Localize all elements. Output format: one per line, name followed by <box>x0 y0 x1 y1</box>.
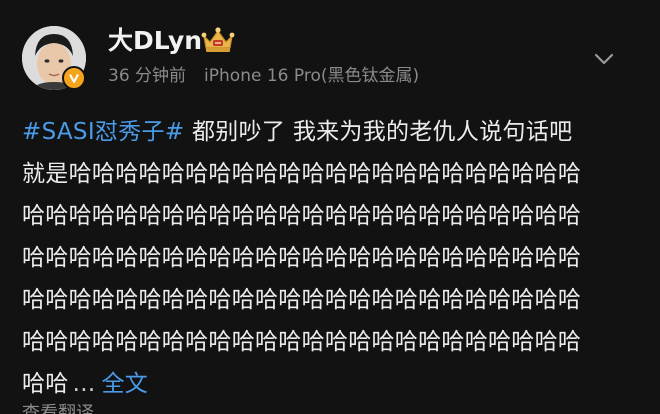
chevron-down-icon[interactable] <box>592 51 616 67</box>
content-line: #SASI怼秀子# 都别吵了 我来为我的老仇人说句话吧 <box>22 111 627 153</box>
post-device[interactable]: iPhone 16 Pro(黑色钛金属) <box>204 66 419 86</box>
content-text: 哈哈 <box>22 371 69 397</box>
post-meta: 36 分钟前 iPhone 16 Pro(黑色钛金属) <box>108 64 419 88</box>
ellipsis: ... <box>72 371 96 397</box>
weibo-post: 大DLyn 36 分钟前 iPhone 16 Pro(黑色钛金属) #SASI怼秀… <box>0 0 660 414</box>
content-text: 都别吵了 我来为我的老仇人说句话吧 <box>184 119 573 145</box>
expand-full-text-link[interactable]: 全文 <box>101 371 148 397</box>
content-line: 就是哈哈哈哈哈哈哈哈哈哈哈哈哈哈哈哈哈哈哈哈哈哈 <box>22 161 582 187</box>
content-line: 哈哈哈哈哈哈哈哈哈哈哈哈哈哈哈哈哈哈哈哈哈哈哈哈 <box>22 245 582 271</box>
golden-crown-icon[interactable] <box>200 26 236 54</box>
translate-link[interactable]: 查看翻译 <box>22 402 94 414</box>
hashtag-link[interactable]: #SASI怼秀子# <box>22 119 184 145</box>
content-line: 哈哈哈哈哈哈哈哈哈哈哈哈哈哈哈哈哈哈哈哈哈哈哈哈 <box>22 287 582 313</box>
post-content: #SASI怼秀子# 都别吵了 我来为我的老仇人说句话吧 就是哈哈哈哈哈哈哈哈哈哈… <box>22 111 627 405</box>
verified-v-icon <box>62 66 86 90</box>
content-line: 哈哈... 全文 <box>22 363 627 405</box>
content-line: 哈哈哈哈哈哈哈哈哈哈哈哈哈哈哈哈哈哈哈哈哈哈哈哈 <box>22 329 582 355</box>
author-name[interactable]: 大DLyn <box>108 26 202 56</box>
content-line: 哈哈哈哈哈哈哈哈哈哈哈哈哈哈哈哈哈哈哈哈哈哈哈哈 <box>22 203 582 229</box>
post-time: 36 分钟前 <box>108 66 187 86</box>
